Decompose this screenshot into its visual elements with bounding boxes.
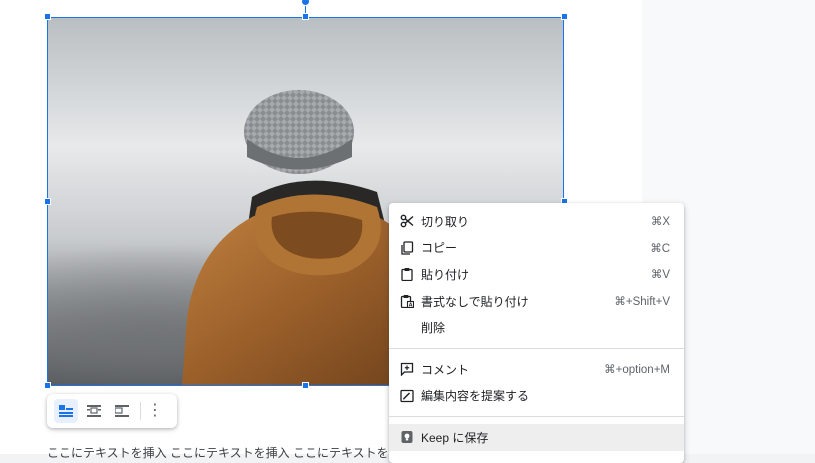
svg-text:A: A xyxy=(409,303,413,308)
menu-item-label: 編集内容を提案する xyxy=(421,389,530,404)
resize-handle-bottom-left[interactable] xyxy=(44,382,51,389)
menu-item-save-to-keep[interactable]: Keep に保存 xyxy=(389,424,684,451)
break-text-button[interactable] xyxy=(110,399,134,423)
menu-item-comment[interactable]: コメント ⌘+option+M xyxy=(389,356,684,383)
menu-item-label: コピー xyxy=(421,241,458,256)
menu-item-shortcut: ⌘X xyxy=(650,216,670,229)
resize-handle-top-left[interactable] xyxy=(44,13,51,20)
resize-handle-bottom[interactable] xyxy=(302,382,309,389)
menu-item-label: Keep に保存 xyxy=(421,430,489,445)
menu-item-shortcut: ⌘C xyxy=(650,242,670,255)
menu-item-paste-without-formatting[interactable]: A 書式なしで貼り付け ⌘+Shift+V xyxy=(389,288,684,315)
menu-divider xyxy=(389,347,684,349)
menu-item-label: 書式なしで貼り付け xyxy=(421,294,529,309)
wrap-text-icon xyxy=(87,405,101,417)
toolbar-divider xyxy=(140,402,141,420)
resize-handle-top[interactable] xyxy=(302,13,309,20)
clipboard-icon xyxy=(399,266,415,282)
more-options-icon[interactable]: ⋮ xyxy=(147,403,163,419)
menu-item-cut[interactable]: 切り取り ⌘X xyxy=(389,208,684,235)
menu-item-label: 切り取り xyxy=(421,214,470,229)
menu-item-paste[interactable]: 貼り付け ⌘V xyxy=(389,261,684,288)
menu-item-label: 貼り付け xyxy=(421,267,470,282)
resize-handle-left[interactable] xyxy=(44,198,51,205)
comment-add-icon xyxy=(399,361,415,377)
menu-item-copy[interactable]: コピー ⌘C xyxy=(389,235,684,262)
suggest-edit-icon xyxy=(399,388,415,404)
menu-item-shortcut: ⌘+option+M xyxy=(604,364,670,377)
menu-item-suggest-edits[interactable]: 編集内容を提案する xyxy=(389,383,684,410)
menu-item-label: コメント xyxy=(421,362,470,377)
menu-item-shortcut: ⌘+Shift+V xyxy=(614,296,670,309)
resize-handle-top-right[interactable] xyxy=(561,13,568,20)
menu-item-shortcut: ⌘V xyxy=(650,269,670,282)
inline-icon xyxy=(59,405,73,417)
document-body-text[interactable]: ここにテキストを挿入 ここにテキストを挿入 ここにテキストを挿入 xyxy=(47,446,407,460)
break-text-icon xyxy=(115,405,129,417)
menu-item-label: 削除 xyxy=(421,321,446,336)
scissors-icon xyxy=(399,213,415,229)
wrap-inline-button[interactable] xyxy=(54,399,78,423)
copy-icon xyxy=(399,240,415,256)
image-options-toolbar: ⋮ xyxy=(47,394,177,428)
keep-icon xyxy=(399,429,415,445)
menu-item-delete[interactable]: 削除 xyxy=(389,314,684,341)
menu-divider xyxy=(389,416,684,418)
wrap-text-button[interactable] xyxy=(82,399,106,423)
context-menu: 切り取り ⌘X コピー ⌘C 貼り付け ⌘V A 書式なしで貼り付け ⌘+Shi… xyxy=(389,203,684,463)
paste-plain-icon: A xyxy=(399,293,415,309)
